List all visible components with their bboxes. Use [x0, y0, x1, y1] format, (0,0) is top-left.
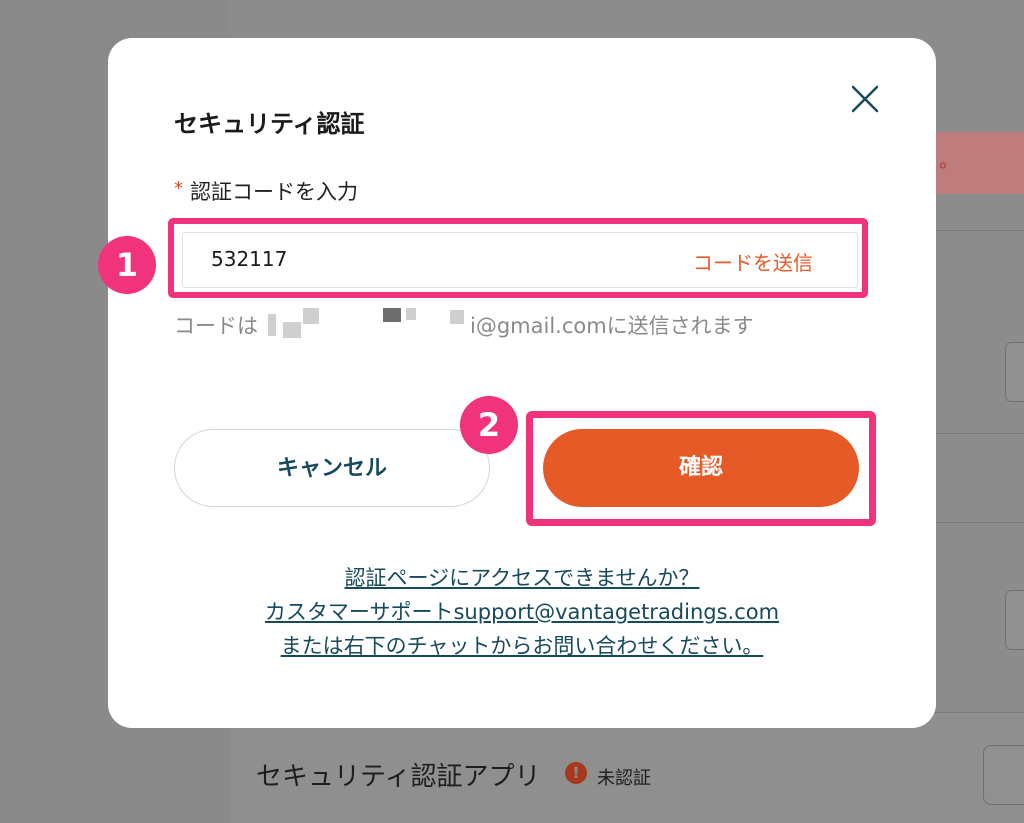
- redaction-mark: [406, 308, 416, 320]
- background-alert: 。: [935, 132, 1024, 194]
- cancel-button[interactable]: キャンセル: [174, 429, 490, 507]
- background-field: [1005, 590, 1024, 650]
- background-divider: [935, 522, 1024, 523]
- background-action-button: [983, 745, 1024, 805]
- help-line-1: 認証ページにアクセスできませんか？: [108, 562, 936, 592]
- code-input-value: 532117: [211, 247, 288, 271]
- warning-icon: !: [565, 762, 587, 784]
- background-field: [1005, 342, 1024, 402]
- redaction-mark: [303, 308, 319, 324]
- step-badge-2: 2: [460, 396, 518, 454]
- security-app-status: 未認証: [597, 768, 651, 789]
- code-hint-prefix: コードは: [174, 314, 258, 338]
- verification-code-input[interactable]: 532117 コードを送信: [182, 232, 858, 288]
- redaction-mark: [450, 310, 464, 324]
- help-line-3: または右下のチャットからお問い合わせください。: [108, 630, 936, 660]
- background-divider: [935, 230, 1024, 231]
- code-hint-email: i@gmail.comに送信されます: [470, 314, 754, 338]
- code-field-label: 認証コードを入力: [190, 180, 358, 204]
- modal-title: セキュリティ認証: [174, 110, 365, 138]
- confirm-button[interactable]: 確認: [543, 429, 859, 507]
- close-icon[interactable]: [848, 82, 882, 116]
- background-alert-text: 。: [939, 148, 959, 172]
- redaction-mark: [283, 322, 301, 338]
- security-verification-modal: セキュリティ認証 * 認証コードを入力 532117 コードを送信 1 コードは…: [98, 38, 936, 728]
- send-code-link[interactable]: コードを送信: [693, 247, 813, 276]
- help-link-chat[interactable]: または右下のチャットからお問い合わせください。: [281, 634, 764, 658]
- step-badge-1: 1: [98, 236, 156, 294]
- help-link-support-email[interactable]: カスタマーサポートsupport@vantagetradings.com: [265, 600, 779, 624]
- redaction-mark: [268, 314, 276, 336]
- security-app-title: セキュリティ認証アプリ: [256, 762, 541, 792]
- background-divider: [935, 433, 1024, 434]
- help-link-access[interactable]: 認証ページにアクセスできませんか？: [345, 566, 700, 590]
- required-marker: *: [174, 178, 183, 199]
- redaction-mark: [383, 308, 401, 322]
- help-line-2: カスタマーサポートsupport@vantagetradings.com: [108, 596, 936, 626]
